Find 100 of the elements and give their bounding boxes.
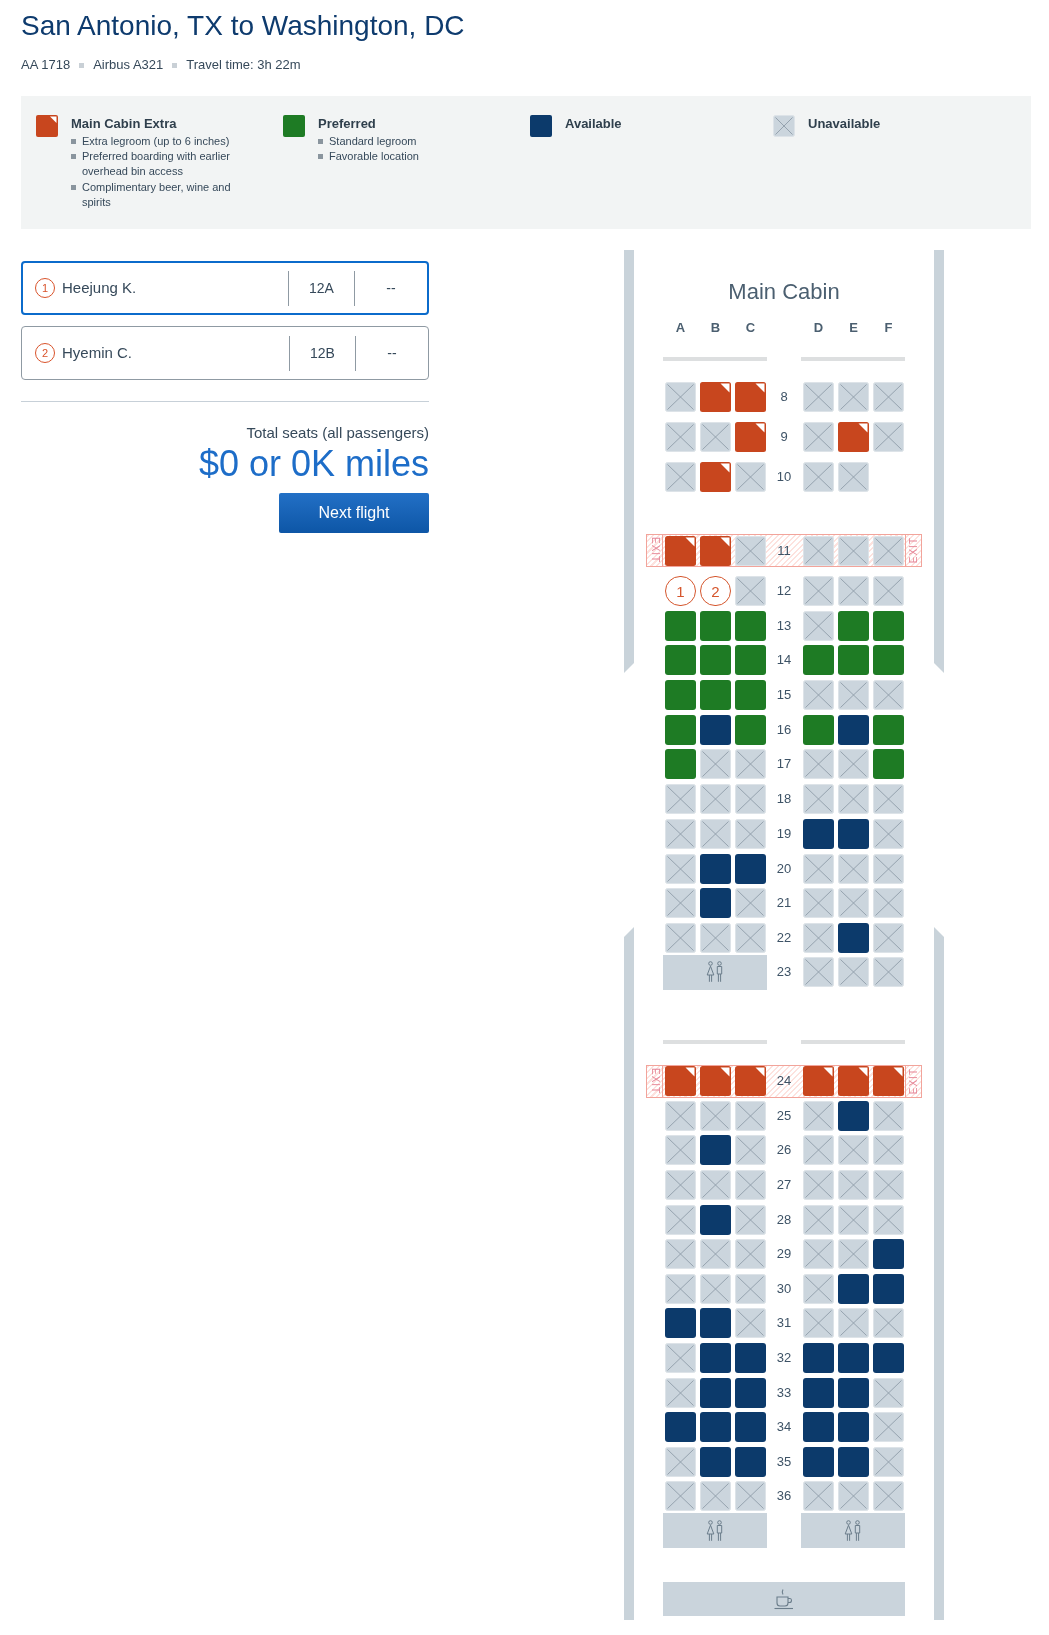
- extra-legroom-seat[interactable]: [803, 1066, 834, 1097]
- available-seat[interactable]: [873, 1239, 904, 1270]
- unavailable-seat: [873, 1135, 904, 1166]
- available-seat[interactable]: [803, 818, 834, 849]
- row-number: 36: [776, 1488, 792, 1505]
- passenger-card[interactable]: 1 Heejung K. 12A --: [21, 261, 429, 315]
- preferred-seat[interactable]: [665, 714, 696, 745]
- unavailable-seat: [735, 1239, 766, 1270]
- available-seat[interactable]: [735, 1412, 766, 1443]
- legend-bullet-text: Favorable location: [329, 149, 420, 164]
- unavailable-seat: [665, 422, 696, 452]
- extra-legroom-seat[interactable]: [700, 535, 731, 566]
- available-seat[interactable]: [803, 1446, 834, 1477]
- available-seat[interactable]: [803, 1377, 834, 1408]
- unavailable-seat: [838, 1239, 869, 1270]
- assigned-seat[interactable]: 2: [700, 576, 731, 606]
- available-seat[interactable]: [735, 853, 766, 884]
- preferred-seat[interactable]: [665, 749, 696, 780]
- preferred-seat[interactable]: [700, 645, 731, 676]
- extra-legroom-seat[interactable]: [735, 382, 766, 412]
- available-seat[interactable]: [838, 1446, 869, 1477]
- available-seat[interactable]: [803, 1412, 834, 1443]
- available-seat[interactable]: [838, 1100, 869, 1131]
- unavailable-seat: [665, 1273, 696, 1304]
- extra-legroom-seat[interactable]: [665, 535, 696, 566]
- unavailable-seat: [700, 818, 731, 849]
- assigned-seat[interactable]: 1: [665, 576, 696, 606]
- available-seat[interactable]: [665, 1412, 696, 1443]
- available-seat[interactable]: [735, 1343, 766, 1374]
- unavailable-seat: [838, 576, 869, 606]
- available-seat[interactable]: [873, 1343, 904, 1374]
- available-seat[interactable]: [838, 714, 869, 745]
- unavailable-seat: [838, 853, 869, 884]
- preferred-seat[interactable]: [700, 680, 731, 711]
- preferred-seat[interactable]: [735, 645, 766, 676]
- bullet-icon: [71, 154, 76, 159]
- preferred-seat[interactable]: [838, 610, 869, 641]
- unavailable-seat: [803, 576, 834, 606]
- row-number: 35: [776, 1453, 792, 1470]
- preferred-seat[interactable]: [873, 749, 904, 780]
- row-number: 20: [776, 860, 792, 877]
- preferred-seat[interactable]: [735, 714, 766, 745]
- available-seat[interactable]: [700, 1204, 731, 1235]
- legend-title: Unavailable: [808, 115, 881, 133]
- preferred-seat[interactable]: [838, 645, 869, 676]
- preferred-seat-icon: [283, 115, 305, 137]
- available-seat[interactable]: [838, 1343, 869, 1374]
- preferred-seat[interactable]: [700, 610, 731, 641]
- available-seat[interactable]: [700, 1377, 731, 1408]
- unavailable-seat: [735, 922, 766, 953]
- extra-legroom-seat[interactable]: [665, 1066, 696, 1097]
- preferred-seat[interactable]: [735, 680, 766, 711]
- unavailable-seat: [873, 888, 904, 919]
- extra-legroom-seat[interactable]: [700, 462, 731, 492]
- extra-legroom-seat[interactable]: [873, 1066, 904, 1097]
- extra-legroom-seat[interactable]: [838, 1066, 869, 1097]
- row-number: 25: [776, 1107, 792, 1124]
- available-seat[interactable]: [838, 1273, 869, 1304]
- available-seat[interactable]: [665, 1308, 696, 1339]
- extra-legroom-seat[interactable]: [700, 382, 731, 412]
- preferred-seat[interactable]: [665, 680, 696, 711]
- preferred-seat[interactable]: [873, 610, 904, 641]
- preferred-seat[interactable]: [665, 645, 696, 676]
- extra-legroom-seat[interactable]: [735, 1066, 766, 1097]
- available-seat[interactable]: [838, 818, 869, 849]
- preferred-seat[interactable]: [735, 610, 766, 641]
- next-flight-button[interactable]: Next flight: [279, 493, 429, 533]
- unavailable-seat: [735, 784, 766, 815]
- available-seat[interactable]: [700, 1135, 731, 1166]
- unavailable-seat: [838, 462, 869, 492]
- available-seat[interactable]: [700, 853, 731, 884]
- available-seat[interactable]: [735, 1446, 766, 1477]
- available-seat[interactable]: [838, 1412, 869, 1443]
- available-seat[interactable]: [735, 1377, 766, 1408]
- preferred-seat[interactable]: [803, 714, 834, 745]
- available-seat[interactable]: [700, 1412, 731, 1443]
- row-number: 8: [780, 389, 788, 405]
- unavailable-seat: [873, 535, 904, 566]
- extra-legroom-seat[interactable]: [700, 1066, 731, 1097]
- unavailable-seat: [665, 1239, 696, 1270]
- unavailable-seat: [700, 1100, 731, 1131]
- passenger-card[interactable]: 2 Hyemin C. 12B --: [21, 326, 429, 380]
- extra-legroom-seat[interactable]: [838, 422, 869, 452]
- available-seat[interactable]: [838, 1377, 869, 1408]
- available-seat[interactable]: [700, 1343, 731, 1374]
- row-number: 13: [776, 617, 792, 634]
- extra-legroom-seat[interactable]: [735, 422, 766, 452]
- available-seat[interactable]: [873, 1273, 904, 1304]
- preferred-seat[interactable]: [873, 714, 904, 745]
- available-seat[interactable]: [803, 1343, 834, 1374]
- preferred-seat[interactable]: [803, 645, 834, 676]
- available-seat[interactable]: [838, 922, 869, 953]
- available-seat[interactable]: [700, 714, 731, 745]
- available-seat[interactable]: [700, 1446, 731, 1477]
- unavailable-seat: [873, 1308, 904, 1339]
- preferred-seat[interactable]: [873, 645, 904, 676]
- preferred-seat[interactable]: [665, 610, 696, 641]
- available-seat[interactable]: [700, 1308, 731, 1339]
- available-seat[interactable]: [700, 888, 731, 919]
- row-number: 14: [776, 652, 792, 669]
